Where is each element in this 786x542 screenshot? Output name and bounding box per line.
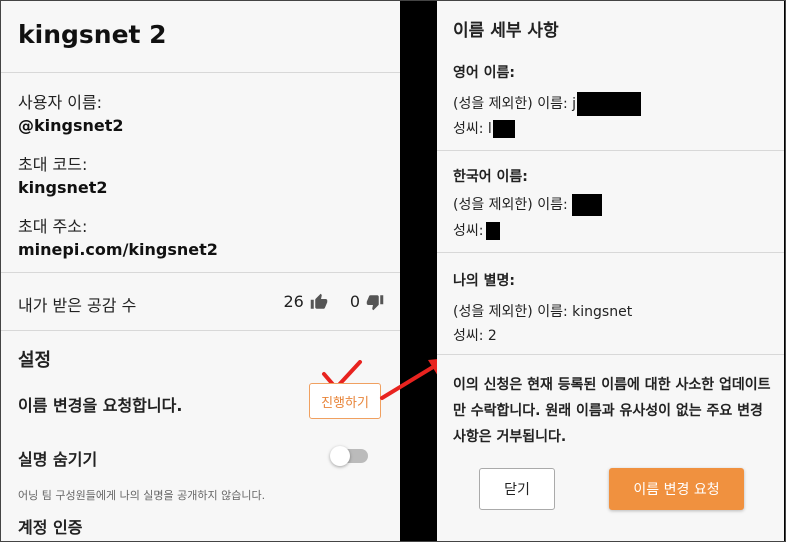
divider	[437, 354, 784, 355]
username-label: 사용자 이름:	[18, 93, 103, 112]
korean-given-name: (성을 제외한) 이름:	[453, 194, 602, 216]
likes-label: 내가 받은 공감 수	[18, 296, 137, 315]
redaction-box	[577, 92, 642, 116]
divider	[0, 72, 400, 73]
divider	[0, 272, 400, 273]
proceed-button[interactable]: 진행하기	[309, 383, 381, 419]
redaction-box	[571, 194, 602, 216]
divider	[437, 252, 784, 253]
invite-url-value[interactable]: minepi.com/kingsnet2	[18, 240, 218, 259]
english-surname-label: 성씨: l	[453, 121, 492, 137]
hide-realname-toggle[interactable]	[330, 446, 368, 466]
nickname-given: (성을 제외한) 이름: kingsnet	[453, 304, 633, 320]
redaction-box	[492, 120, 515, 138]
close-button[interactable]: 닫기	[479, 468, 555, 510]
divider	[0, 330, 400, 331]
thumbs-down-icon[interactable]	[366, 293, 384, 311]
settings-title: 설정	[18, 350, 52, 371]
nickname-heading: 나의 별명:	[453, 273, 515, 289]
english-given-label: (성을 제외한) 이름: j	[453, 96, 577, 112]
hide-realname-hint: 어닝 팀 구성원들에게 나의 실명을 공개하지 않습니다.	[18, 489, 266, 502]
account-verification-label: 계정 인증	[18, 518, 83, 537]
redaction-box	[486, 222, 501, 240]
korean-name-heading: 한국어 이름:	[453, 169, 528, 185]
invite-code-value: kingsnet2	[18, 178, 108, 197]
english-surname: 성씨: l	[453, 118, 515, 138]
username-value: @kingsnet2	[18, 116, 124, 135]
rename-notice: 이의 신청은 현재 등록된 이름에 대한 사소한 업데이트만 수락합니다. 원래…	[453, 377, 771, 445]
name-details-dialog: 이름 세부 사항 영어 이름: (성을 제외한) 이름: j 성씨: l 한국어…	[437, 0, 784, 542]
likes-row: 내가 받은 공감 수 26 0	[18, 292, 384, 315]
korean-given-label: (성을 제외한) 이름:	[453, 197, 568, 213]
korean-surname-label: 성씨:	[453, 223, 484, 239]
profile-panel: kingsnet 2 사용자 이름: @kingsnet2 초대 코드: kin…	[0, 0, 400, 542]
invite-code-label: 초대 코드:	[18, 155, 88, 174]
toggle-knob	[330, 446, 350, 466]
dialog-title: 이름 세부 사항	[453, 21, 559, 41]
divider	[437, 150, 784, 151]
english-name-heading: 영어 이름:	[453, 65, 515, 81]
nickname-surname: 성씨: 2	[453, 328, 497, 344]
korean-surname: 성씨:	[453, 220, 501, 240]
likes-up-count: 26	[283, 292, 304, 311]
request-name-change-button[interactable]: 이름 변경 요청	[609, 468, 744, 510]
profile-title: kingsnet 2	[18, 20, 167, 49]
likes-down-count: 0	[349, 292, 360, 311]
english-given-name: (성을 제외한) 이름: j	[453, 92, 642, 116]
invite-url-label: 초대 주소:	[18, 217, 88, 236]
hide-realname-label: 실명 숨기기	[18, 450, 98, 469]
thumbs-up-icon[interactable]	[310, 293, 328, 311]
rename-request-label: 이름 변경을 요청합니다.	[18, 396, 183, 415]
likes-counts: 26 0	[283, 292, 384, 311]
